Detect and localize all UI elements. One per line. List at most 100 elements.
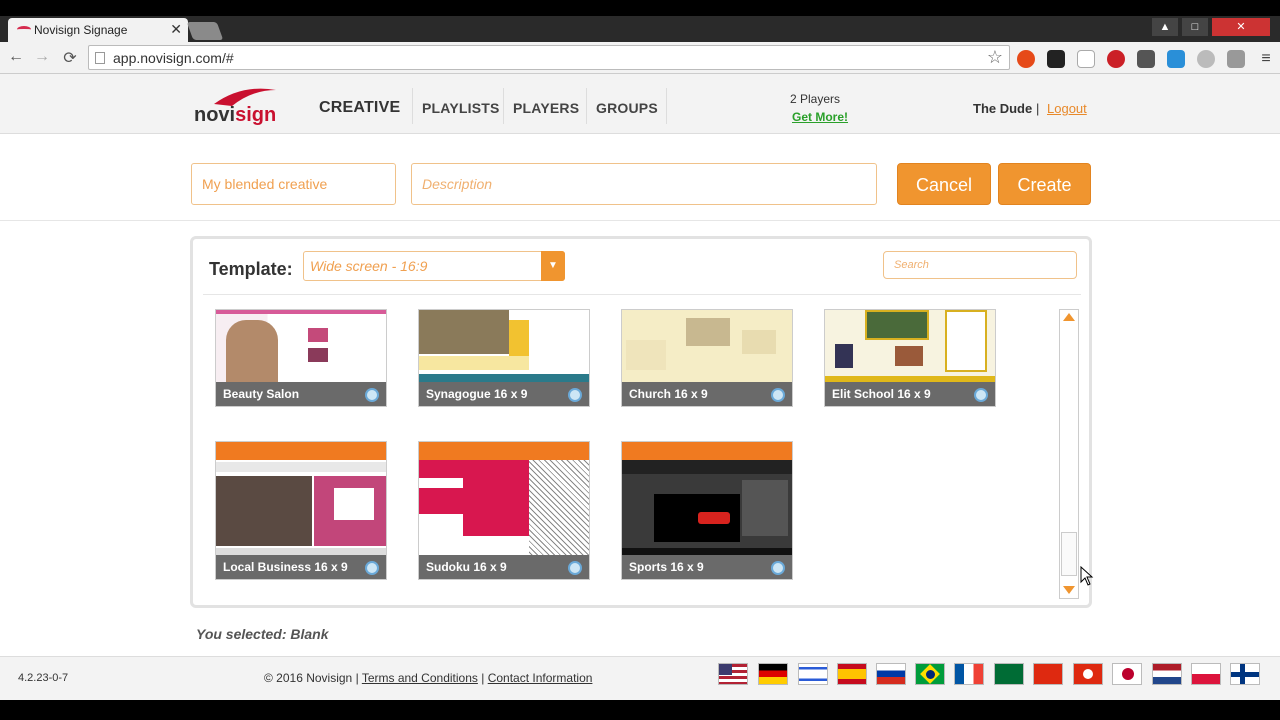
template-card-sports[interactable]: Sports 16 x 9 xyxy=(621,441,793,580)
tab-title: Novisign Signage xyxy=(34,23,128,37)
preview-magnifier-icon[interactable] xyxy=(771,388,785,402)
template-card-sudoku[interactable]: Sudoku 16 x 9 xyxy=(418,441,590,580)
template-card-label: Beauty Salon xyxy=(216,382,386,406)
template-label: Template: xyxy=(209,259,293,279)
template-thumbnail xyxy=(216,310,386,384)
delicious-icon[interactable] xyxy=(1077,50,1095,68)
nav-divider xyxy=(666,88,667,124)
scrollbar-thumb[interactable] xyxy=(1061,532,1077,576)
address-bar[interactable]: app.novisign.com/# ☆ xyxy=(88,45,1010,70)
user-name: The Dude xyxy=(973,101,1033,116)
flag-brazil-icon[interactable] xyxy=(915,663,945,685)
footer-links: © 2016 Novisign | Terms and Conditions |… xyxy=(264,671,592,685)
flag-israel-icon[interactable] xyxy=(798,663,828,685)
template-card-label: Local Business 16 x 9 xyxy=(216,555,386,579)
flag-saudi-arabia-icon[interactable] xyxy=(994,663,1024,685)
new-tab-button[interactable] xyxy=(186,22,224,40)
flag-japan-icon[interactable] xyxy=(1112,663,1142,685)
mouse-cursor-icon xyxy=(1080,566,1094,586)
extension-icon[interactable] xyxy=(1227,50,1245,68)
terms-link[interactable]: Terms and Conditions xyxy=(362,671,478,685)
flag-china-icon[interactable] xyxy=(1033,663,1063,685)
novisign-logo[interactable]: novisign xyxy=(192,86,282,126)
nav-playlists[interactable]: PLAYLISTS xyxy=(422,100,500,116)
template-card-label: Synagogue 16 x 9 xyxy=(419,382,589,406)
url-text: app.novisign.com/# xyxy=(113,50,234,66)
template-card-label: Sudoku 16 x 9 xyxy=(419,555,589,579)
browser-window: Novisign Signage ✕ ▲ □ ✕ ← → ⟳ app.novis… xyxy=(0,0,1280,720)
panel-divider xyxy=(203,294,1081,295)
cancel-button[interactable]: Cancel xyxy=(897,163,991,205)
flag-netherlands-icon[interactable] xyxy=(1152,663,1182,685)
template-format-select[interactable]: Wide screen - 16:9 ▼ xyxy=(303,251,565,281)
preview-magnifier-icon[interactable] xyxy=(568,388,582,402)
create-button[interactable]: Create xyxy=(998,163,1091,205)
flag-finland-icon[interactable] xyxy=(1230,663,1260,685)
template-card-local-business[interactable]: Local Business 16 x 9 xyxy=(215,441,387,580)
stumbleupon-icon[interactable] xyxy=(1017,50,1035,68)
nav-creative[interactable]: CREATIVE xyxy=(319,99,400,117)
template-scrollbar[interactable] xyxy=(1059,309,1079,599)
template-search-input[interactable]: Search xyxy=(883,251,1077,279)
preview-magnifier-icon[interactable] xyxy=(365,388,379,402)
flag-russia-icon[interactable] xyxy=(876,663,906,685)
reddit-icon[interactable] xyxy=(1197,50,1215,68)
preview-magnifier-icon[interactable] xyxy=(365,561,379,575)
template-card-synagogue[interactable]: Synagogue 16 x 9 xyxy=(418,309,590,407)
nav-players[interactable]: PLAYERS xyxy=(513,100,579,116)
preview-magnifier-icon[interactable] xyxy=(974,388,988,402)
template-card-beauty-salon[interactable]: Beauty Salon xyxy=(215,309,387,407)
close-tab-icon[interactable]: ✕ xyxy=(170,21,182,38)
flag-spain-icon[interactable] xyxy=(837,663,867,685)
bookmark-star-icon[interactable]: ☆ xyxy=(987,47,1003,68)
flag-germany-icon[interactable] xyxy=(758,663,788,685)
maximize-button[interactable]: □ xyxy=(1182,18,1208,36)
footer-separator: | xyxy=(355,671,359,685)
template-card-elit-school[interactable]: Elit School 16 x 9 xyxy=(824,309,996,407)
selection-status: You selected: Blank xyxy=(196,626,329,642)
preview-magnifier-icon[interactable] xyxy=(568,561,582,575)
template-format-value: Wide screen - 16:9 xyxy=(310,258,428,274)
forward-arrow-icon[interactable]: → xyxy=(32,48,52,66)
close-window-button[interactable]: ✕ xyxy=(1212,18,1270,36)
footer-separator: | xyxy=(481,671,485,685)
minimize-button[interactable]: ▲ xyxy=(1152,18,1178,36)
logo-text-novi: novi xyxy=(194,104,236,126)
back-arrow-icon[interactable]: ← xyxy=(6,48,26,66)
flag-us-icon[interactable] xyxy=(718,663,748,685)
flag-hong-kong-icon[interactable] xyxy=(1073,663,1103,685)
footer: 4.2.23-0-7 © 2016 Novisign | Terms and C… xyxy=(0,656,1280,700)
template-card-church[interactable]: Church 16 x 9 xyxy=(621,309,793,407)
nav-groups[interactable]: GROUPS xyxy=(596,100,658,116)
browser-tab[interactable]: Novisign Signage ✕ xyxy=(8,18,188,42)
diigo-icon[interactable] xyxy=(1167,50,1185,68)
pinterest-icon[interactable] xyxy=(1107,50,1125,68)
pocket-icon[interactable] xyxy=(1137,50,1155,68)
nav-divider xyxy=(412,88,413,124)
get-more-link[interactable]: Get More! xyxy=(792,110,848,124)
template-thumbnail xyxy=(622,310,792,384)
flag-poland-icon[interactable] xyxy=(1191,663,1221,685)
template-thumbnail xyxy=(216,460,386,557)
digg-icon[interactable] xyxy=(1047,50,1065,68)
app-header: novisign CREATIVE PLAYLISTS PLAYERS GROU… xyxy=(0,74,1280,134)
main-content: My blended creative Description Cancel C… xyxy=(0,134,1280,656)
template-thumbnail xyxy=(825,310,995,384)
logout-link[interactable]: Logout xyxy=(1047,101,1087,116)
reload-icon[interactable]: ⟳ xyxy=(60,48,80,68)
template-thumbnail xyxy=(419,460,589,557)
creative-name-input[interactable]: My blended creative xyxy=(191,163,396,205)
contact-link[interactable]: Contact Information xyxy=(488,671,593,685)
template-panel: Template: Wide screen - 16:9 ▼ Search Be… xyxy=(190,236,1092,608)
card-header-bar xyxy=(419,442,589,460)
card-header-bar xyxy=(622,442,792,460)
menu-icon[interactable]: ≡ xyxy=(1257,50,1275,68)
scroll-up-arrow-icon[interactable] xyxy=(1063,313,1075,321)
scroll-down-arrow-icon[interactable] xyxy=(1063,586,1075,594)
copyright-text: © 2016 Novisign xyxy=(264,671,353,685)
description-input[interactable]: Description xyxy=(411,163,877,205)
header-separator: | xyxy=(1036,101,1040,116)
preview-magnifier-icon[interactable] xyxy=(771,561,785,575)
flag-france-icon[interactable] xyxy=(954,663,984,685)
chevron-down-icon[interactable]: ▼ xyxy=(541,251,565,281)
